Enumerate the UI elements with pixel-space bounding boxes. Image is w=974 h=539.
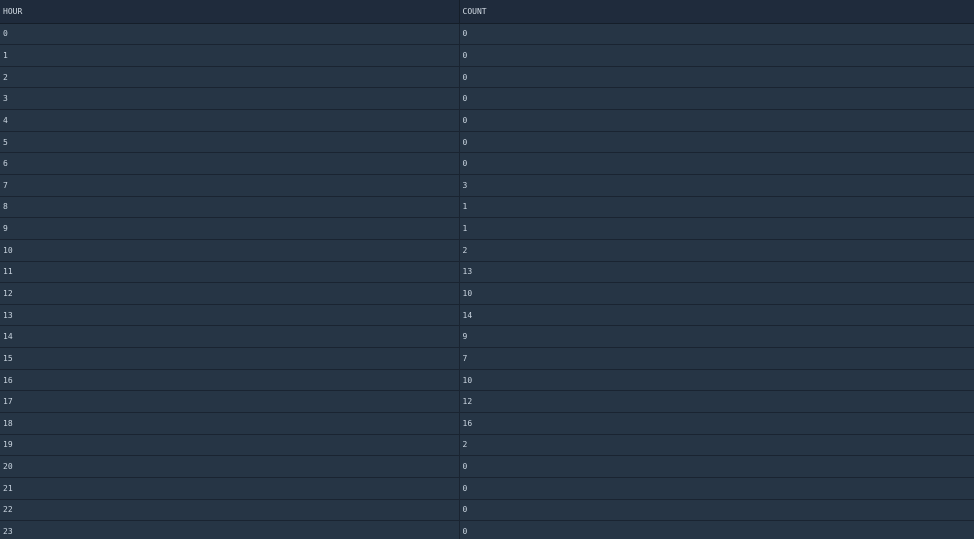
cell-hour: 3	[0, 87, 460, 111]
cell-count: 0	[459, 23, 974, 46]
cell-count: 1	[459, 196, 974, 219]
cell-count: 16	[459, 412, 974, 435]
table-row[interactable]: 00	[0, 23, 974, 46]
cell-count: 0	[459, 66, 974, 89]
table-row[interactable]: 81	[0, 196, 974, 219]
column-header-hour[interactable]: HOUR	[0, 0, 460, 24]
cell-hour: 8	[0, 196, 460, 219]
table-row[interactable]: 11 13	[0, 261, 974, 284]
cell-hour: 15	[0, 347, 460, 370]
cell-hour: 12	[0, 282, 460, 305]
cell-hour: 19	[0, 434, 460, 457]
cell-count: 0	[459, 152, 974, 175]
cell-hour: 2	[0, 66, 460, 89]
table-row[interactable]: 50	[0, 131, 974, 154]
cell-count: 2	[459, 239, 974, 262]
cell-count: 0	[459, 455, 974, 478]
table-row[interactable]: 21 0	[0, 477, 974, 500]
cell-count: 0	[459, 477, 974, 500]
cell-hour: 10	[0, 239, 460, 262]
table-row[interactable]: 15 7	[0, 347, 974, 370]
table-row[interactable]: 91	[0, 217, 974, 240]
table-row[interactable]: 60	[0, 152, 974, 175]
table-row[interactable]: 22 0	[0, 499, 974, 522]
cell-hour: 5	[0, 131, 460, 154]
table-row[interactable]: 17 12	[0, 390, 974, 414]
table-row[interactable]: 19 2	[0, 434, 974, 457]
table-row[interactable]: 16 10	[0, 369, 974, 392]
cell-count: 2	[459, 434, 974, 457]
cell-count: 0	[459, 131, 974, 154]
cell-count: 13	[459, 261, 974, 284]
table-row[interactable]: 20	[0, 66, 974, 89]
cell-count: 9	[459, 325, 974, 349]
cell-hour: 18	[0, 412, 460, 435]
table-row[interactable]: 30	[0, 87, 974, 111]
table-header: HOUR COUNT	[0, 0, 974, 24]
cell-hour: 17	[0, 390, 460, 414]
cell-hour: 22	[0, 499, 460, 522]
table-row[interactable]: 73	[0, 174, 974, 197]
cell-count: 1	[459, 217, 974, 240]
table-row[interactable]: 40	[0, 109, 974, 132]
cell-hour: 0	[0, 23, 460, 46]
cell-hour: 9	[0, 217, 460, 240]
cell-count: 3	[459, 174, 974, 197]
cell-hour: 4	[0, 109, 460, 132]
table-row[interactable]: 23 0	[0, 520, 974, 539]
table-row[interactable]: 12 10	[0, 282, 974, 305]
header-row: HOUR COUNT	[0, 0, 974, 24]
table-body: 0 0 1 0 2 0 3 0 4 0 5 0 6 0 7 3 8 1 9 1 10 2 11 13 12 10 13 14 14 9 15…	[0, 23, 974, 539]
cell-count: 0	[459, 109, 974, 132]
cell-hour: 20	[0, 455, 460, 478]
cell-hour: 6	[0, 152, 460, 175]
cell-hour: 7	[0, 174, 460, 197]
table-row[interactable]: 13 14	[0, 304, 974, 327]
cell-hour: 13	[0, 304, 460, 327]
cell-hour: 21	[0, 477, 460, 500]
cell-count: 14	[459, 304, 974, 327]
cell-count: 0	[459, 44, 974, 67]
cell-count: 12	[459, 390, 974, 414]
cell-hour: 1	[0, 44, 460, 67]
results-table: HOUR COUNT 0 0 1 0 2 0 3 0 4 0 5 0 6 0 7 3 8 1 9 1 10 2 11 13 12…	[0, 0, 974, 539]
table-row[interactable]: 14 9	[0, 325, 974, 349]
cell-count: 10	[459, 282, 974, 305]
table-row[interactable]: 10 2	[0, 239, 974, 262]
table-row[interactable]: 20 0	[0, 455, 974, 478]
cell-count: 7	[459, 347, 974, 370]
cell-count: 0	[459, 499, 974, 522]
table-row[interactable]: 18 16	[0, 412, 974, 435]
cell-hour: 11	[0, 261, 460, 284]
cell-count: 0	[459, 87, 974, 111]
cell-hour: 16	[0, 369, 460, 392]
table-row[interactable]: 10	[0, 44, 974, 67]
cell-count: 10	[459, 369, 974, 392]
cell-hour: 14	[0, 325, 460, 349]
column-header-count[interactable]: COUNT	[459, 0, 974, 24]
cell-hour: 23	[0, 520, 460, 539]
cell-count: 0	[459, 520, 974, 539]
